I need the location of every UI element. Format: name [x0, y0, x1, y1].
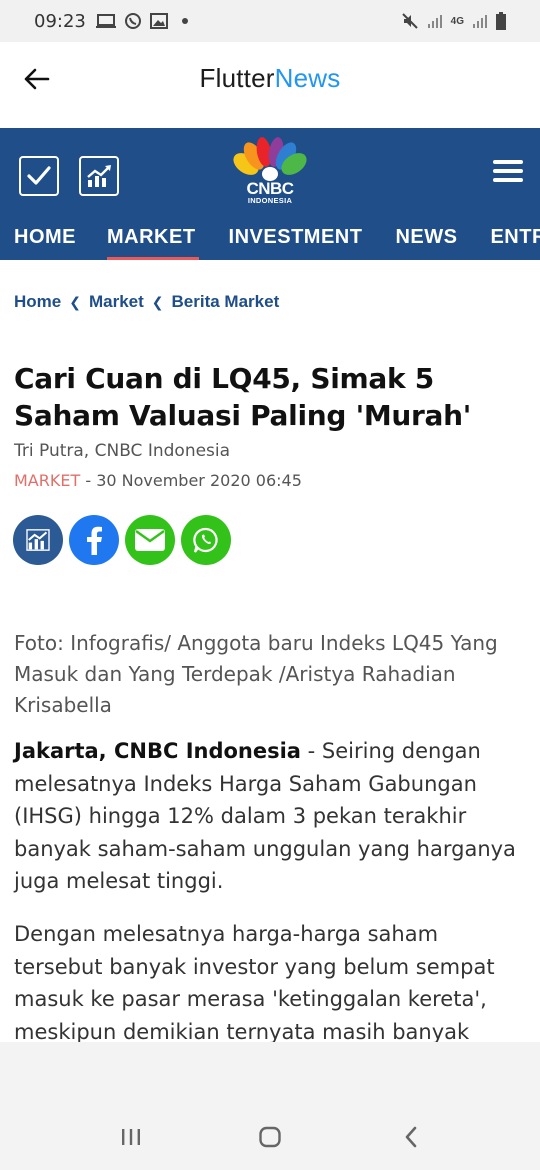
envelope-icon: [135, 529, 165, 551]
dateline: Jakarta, CNBC Indonesia: [14, 739, 301, 763]
whatsapp-share-button[interactable]: [181, 515, 231, 565]
battery-icon: [496, 12, 506, 30]
chart-icon: [87, 165, 111, 187]
checklist-button[interactable]: [19, 156, 59, 196]
share-buttons: [13, 515, 231, 565]
article-meta: MARKET - 30 November 2020 06:45: [14, 471, 302, 490]
app-title-flutter: Flutter: [199, 62, 275, 93]
breadcrumb-berita-market[interactable]: Berita Market: [172, 292, 280, 312]
hamburger-menu-icon[interactable]: [493, 160, 523, 184]
app-bar: FlutterNews: [0, 42, 540, 114]
check-icon: [27, 166, 51, 185]
tab-home[interactable]: HOME: [0, 216, 95, 260]
tab-investment[interactable]: INVESTMENT: [215, 216, 382, 260]
app-title-news: News: [274, 62, 341, 93]
recent-apps-button[interactable]: [116, 1122, 146, 1152]
chevron-left-icon: ❮: [151, 293, 164, 310]
article-paragraph-1: Jakarta, CNBC Indonesia - Seiring dengan…: [14, 735, 529, 898]
more-notifications-dot: [181, 18, 188, 24]
image-caption: Foto: Infografis/ Anggota baru Indeks LQ…: [14, 631, 498, 717]
breadcrumb-home[interactable]: Home: [14, 292, 61, 312]
tab-news[interactable]: NEWS: [381, 216, 476, 260]
app-title: FlutterNews: [200, 63, 341, 94]
gallery-notification-icon: [149, 13, 168, 29]
breadcrumb: Home ❮ Market ❮ Berita Market: [14, 292, 279, 312]
network-type-label: 4G: [450, 15, 464, 27]
signal-icon-2: [473, 15, 487, 28]
market-share-button[interactable]: [13, 515, 63, 565]
cnbc-logo[interactable]: CNBC INDONESIA: [232, 136, 308, 208]
logo-subtext: INDONESIA: [247, 196, 293, 205]
whatsapp-notification-icon: [124, 13, 141, 29]
status-bar: 09:23 4G: [0, 0, 540, 42]
status-time: 09:23: [34, 10, 86, 32]
mute-icon: [401, 13, 418, 29]
tab-entrepreneur[interactable]: ENTR: [476, 216, 540, 260]
facebook-share-button[interactable]: [69, 515, 119, 565]
market-chart-button[interactable]: [79, 156, 119, 196]
article-author: Tri Putra, CNBC Indonesia: [14, 441, 231, 461]
system-back-button[interactable]: [396, 1122, 426, 1152]
whatsapp-icon: [193, 527, 218, 553]
chart-icon: [26, 529, 50, 551]
article-category[interactable]: MARKET: [14, 471, 80, 490]
chevron-left-icon: ❮: [69, 293, 81, 310]
breadcrumb-market[interactable]: Market: [89, 292, 144, 312]
category-nav: HOME MARKET INVESTMENT NEWS ENTR: [0, 216, 540, 260]
article-date: - 30 November 2020 06:45: [80, 471, 302, 490]
facebook-icon: [87, 526, 102, 555]
article-title: Cari Cuan di LQ45, Simak 5 Saham Valuasi…: [14, 362, 472, 432]
tab-market[interactable]: MARKET: [95, 216, 215, 260]
chevron-back-icon: [405, 1126, 417, 1148]
home-icon: [259, 1126, 281, 1148]
signal-icon-1: [427, 15, 442, 28]
home-button[interactable]: [255, 1122, 285, 1152]
site-header: CNBC INDONESIA: [0, 128, 540, 216]
article-paragraph-2: Dengan melesatnya harga-harga saham ters…: [14, 922, 495, 1044]
email-share-button[interactable]: [125, 515, 175, 565]
recents-icon: [122, 1129, 140, 1145]
peacock-logo-icon: [233, 137, 307, 181]
cast-icon: [95, 14, 116, 28]
back-arrow-icon[interactable]: [22, 64, 52, 94]
